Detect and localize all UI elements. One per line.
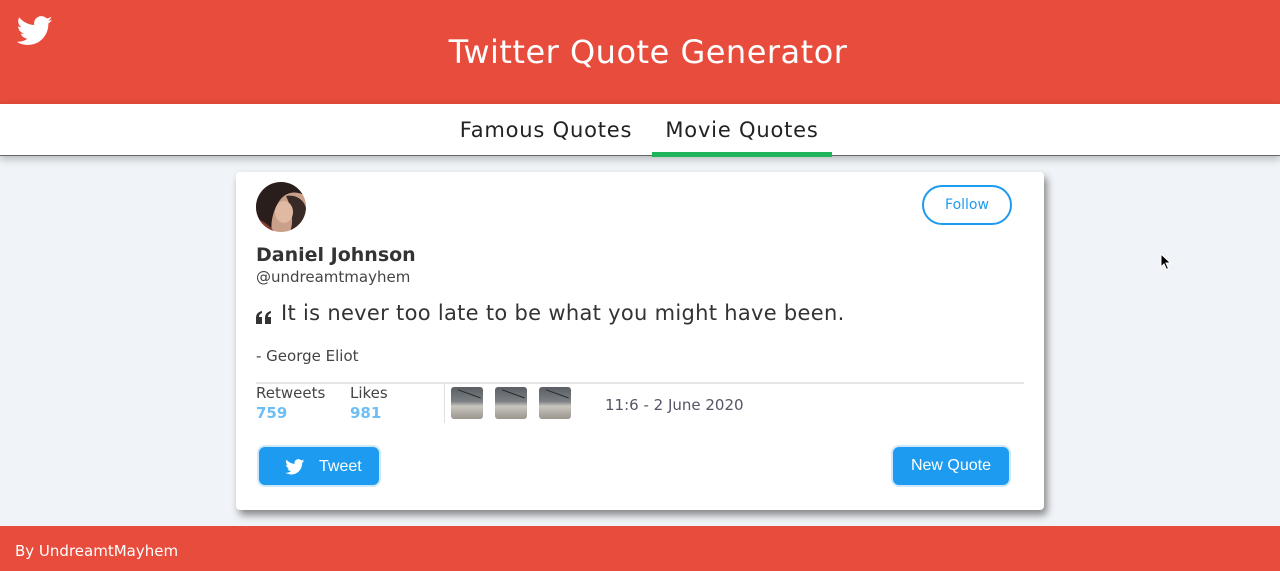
- avatar: [256, 182, 306, 232]
- new-quote-button[interactable]: New Quote: [891, 445, 1011, 487]
- retweeter-thumbnail[interactable]: [539, 387, 571, 419]
- tweet-button-label: Tweet: [319, 458, 362, 475]
- retweets-count: 759: [256, 404, 288, 422]
- tweet-timestamp: 11:6 - 2 June 2020: [605, 396, 744, 414]
- stats-divider: [444, 384, 445, 423]
- tab-label: Famous Quotes: [459, 118, 633, 142]
- user-handle: @undreamtmayhem: [256, 268, 411, 286]
- app-header: Twitter Quote Generator: [0, 0, 1280, 104]
- tab-label: Movie Quotes: [665, 118, 819, 142]
- follow-button[interactable]: Follow: [922, 185, 1012, 225]
- tweet-button[interactable]: Tweet: [257, 445, 381, 487]
- app-footer: By UndreamtMayhem: [0, 526, 1280, 571]
- footer-credit: By UndreamtMayhem: [15, 542, 179, 560]
- likes-label: Likes: [350, 384, 388, 402]
- retweets-label: Retweets: [256, 384, 326, 402]
- quote-text: It is never too late to be what you migh…: [281, 301, 845, 325]
- twitter-bird-icon: [285, 459, 305, 475]
- user-name: Daniel Johnson: [256, 244, 416, 266]
- retweeter-thumbnail[interactable]: [495, 387, 527, 419]
- likes-count: 981: [350, 404, 382, 422]
- page-title: Twitter Quote Generator: [448, 33, 848, 71]
- tweet-card: Follow Daniel Johnson @undreamtmayhem It…: [236, 172, 1044, 510]
- nav-bar: Famous Quotes Movie Quotes: [0, 104, 1280, 157]
- active-tab-indicator: [652, 152, 832, 157]
- quote-author: - George Eliot: [256, 347, 359, 365]
- retweeter-thumbnail[interactable]: [451, 387, 483, 419]
- tab-movie-quotes[interactable]: Movie Quotes: [652, 104, 832, 157]
- quote-icon: [256, 311, 271, 324]
- tab-famous-quotes[interactable]: Famous Quotes: [451, 104, 641, 156]
- mouse-cursor-icon: [1160, 253, 1172, 271]
